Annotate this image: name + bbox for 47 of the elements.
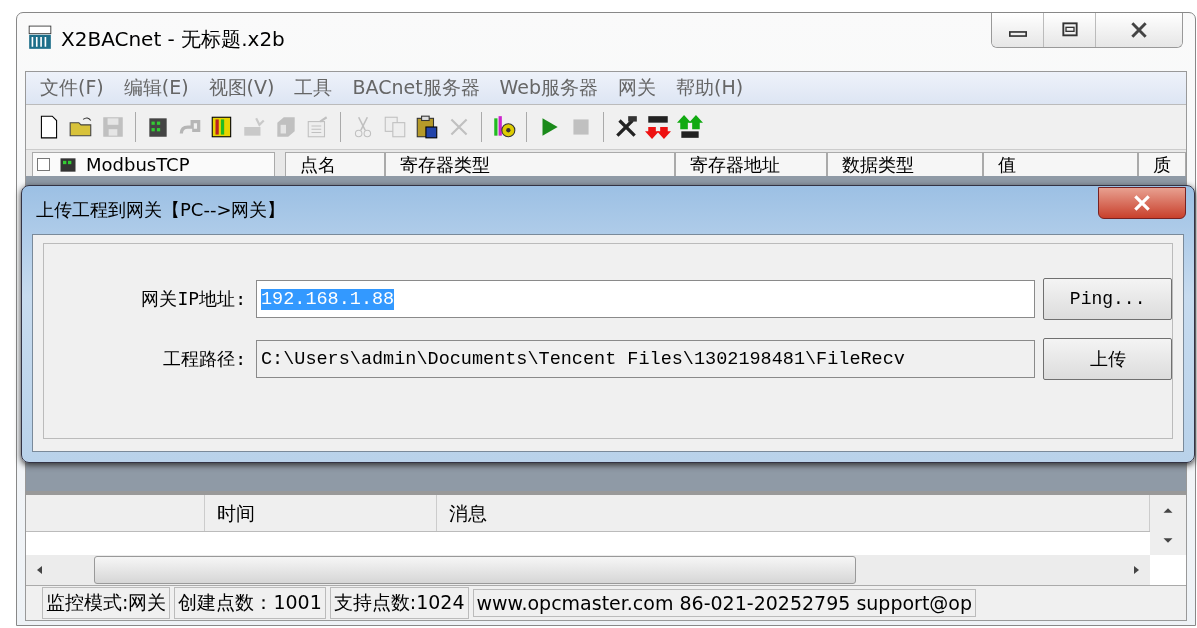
checkbox[interactable] <box>37 158 50 171</box>
maximize-button[interactable] <box>1044 13 1096 47</box>
upload-arrows-icon[interactable] <box>677 114 703 140</box>
scroll-down-icon[interactable] <box>1162 535 1174 545</box>
status-text: 创建点数：1001 <box>174 587 326 619</box>
menu-item[interactable]: BACnet服务器 <box>346 75 494 101</box>
menu-item[interactable]: 工具 <box>288 75 347 101</box>
menu-item[interactable]: 编辑(E) <box>117 75 203 101</box>
field-label: 工程路径: <box>162 347 247 371</box>
close-icon <box>1128 22 1150 38</box>
status-text: www.opcmaster.com 86-021-20252795 support@op <box>472 589 977 617</box>
download-arrows-icon[interactable] <box>645 114 671 140</box>
close-button[interactable] <box>1098 187 1186 219</box>
dialog-title: 上传工程到网关【PC-->网关】 <box>36 198 286 222</box>
column-header[interactable]: 时间 <box>205 495 437 531</box>
menu-item[interactable]: 视图(V) <box>202 75 289 101</box>
menu-item[interactable]: Web服务器 <box>493 75 613 101</box>
minimize-icon <box>1008 31 1027 37</box>
column-header[interactable]: 寄存器类型 <box>385 152 675 176</box>
column-header[interactable]: 质 <box>1138 152 1186 176</box>
menu-item[interactable]: 网关 <box>612 75 671 101</box>
window-title: X2BACnet - 无标题.x2b <box>61 26 285 53</box>
scroll-left-icon[interactable] <box>36 565 44 575</box>
flask-gear-icon[interactable] <box>491 114 517 140</box>
close-button[interactable] <box>1096 13 1182 47</box>
column-header[interactable]: 数据类型 <box>827 152 983 176</box>
field-label: 网关IP地址: <box>140 287 247 311</box>
scroll-right-icon[interactable] <box>1132 565 1140 575</box>
app-logo-icon <box>27 25 53 51</box>
horizontal-scrollbar[interactable] <box>26 555 1150 585</box>
scrollbar-thumb[interactable] <box>94 556 856 584</box>
column-header[interactable]: 值 <box>983 152 1138 176</box>
status-text: 监控模式:网关 <box>42 587 171 619</box>
close-icon <box>1131 195 1153 211</box>
dialog-button[interactable]: 上传 <box>1043 338 1172 380</box>
status-text: 支持点数:1024 <box>329 587 469 619</box>
tree-item[interactable]: ModbusTCP <box>86 154 190 175</box>
input-field[interactable]: C:\Users\admin\Documents\Tencent Files\1302198481\FileRecv <box>256 340 1036 378</box>
menu-item[interactable]: 帮助(H) <box>670 75 758 101</box>
column-header[interactable]: 寄存器地址 <box>675 152 827 176</box>
paste-icon[interactable] <box>414 114 440 140</box>
column-header[interactable]: 点名 <box>285 152 385 176</box>
dialog-button[interactable]: Ping... <box>1043 278 1172 320</box>
vertical-scrollbar[interactable] <box>1150 495 1186 555</box>
tools-icon[interactable] <box>613 114 639 140</box>
menu-item[interactable]: 文件(F) <box>34 75 118 101</box>
minimize-button[interactable] <box>992 13 1044 47</box>
